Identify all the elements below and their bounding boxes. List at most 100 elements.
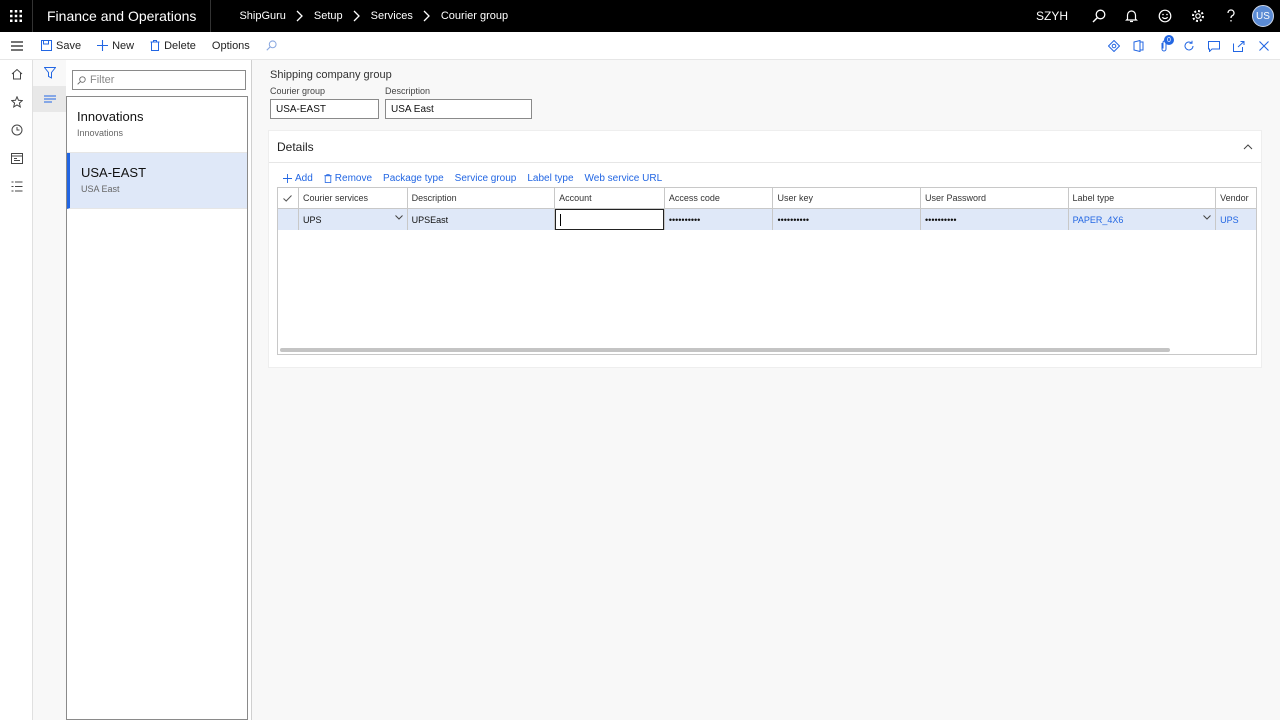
details-grid: Courier services Description Account Acc… xyxy=(277,187,1257,355)
action-search-button[interactable] xyxy=(258,32,285,60)
courier-group-input[interactable]: USA-EAST xyxy=(270,99,379,119)
delete-button[interactable]: Delete xyxy=(142,32,204,60)
breadcrumb-item-shipguru[interactable]: ShipGuru xyxy=(235,10,289,22)
refresh-button[interactable] xyxy=(1176,32,1201,60)
cell-courier-services[interactable]: UPS xyxy=(299,209,408,230)
top-right-tools: SZYH US xyxy=(1030,0,1280,32)
label-type-button[interactable]: Label type xyxy=(523,173,580,184)
close-button[interactable] xyxy=(1251,32,1276,60)
column-header-user-key[interactable]: User key xyxy=(773,188,922,208)
feedback-button[interactable] xyxy=(1148,0,1181,32)
popout-icon xyxy=(1232,40,1244,52)
cell-description[interactable]: UPSEast xyxy=(408,209,556,230)
service-group-button[interactable]: Service group xyxy=(451,173,524,184)
close-icon xyxy=(1258,41,1269,51)
workspaces-button[interactable] xyxy=(0,144,33,172)
account-input[interactable] xyxy=(555,209,664,230)
column-header-courier-services[interactable]: Courier services xyxy=(299,188,408,208)
add-line-button[interactable]: Add xyxy=(279,173,320,184)
list-item-selected[interactable]: USA-EAST USA East xyxy=(67,153,247,209)
list-item[interactable]: Innovations Innovations xyxy=(67,97,247,153)
cell-access-code[interactable]: •••••••••• xyxy=(665,209,774,230)
recent-button[interactable] xyxy=(0,116,33,144)
notifications-button[interactable] xyxy=(1115,0,1148,32)
table-row[interactable]: UPS UPSEast •••••••••• •••••••••• ••••••… xyxy=(278,209,1256,230)
office-button[interactable] xyxy=(1126,32,1151,60)
new-button[interactable]: New xyxy=(89,32,142,60)
modules-button[interactable] xyxy=(0,172,33,200)
web-service-url-button[interactable]: Web service URL xyxy=(581,173,670,184)
filter-placeholder: Filter xyxy=(90,74,115,86)
trash-icon xyxy=(324,173,332,183)
power-apps-button[interactable] xyxy=(1101,32,1126,60)
chevron-up-icon[interactable] xyxy=(1243,143,1253,150)
lines-icon xyxy=(43,95,56,103)
horizontal-scrollbar[interactable] xyxy=(280,348,1170,352)
app-name[interactable]: Finance and Operations xyxy=(33,0,212,32)
top-nav-bar: Finance and Operations ShipGuru Setup Se… xyxy=(0,0,1280,32)
add-line-label: Add xyxy=(295,172,313,184)
options-label: Options xyxy=(211,39,250,52)
settings-button[interactable] xyxy=(1181,0,1214,32)
column-header-label-type[interactable]: Label type xyxy=(1069,188,1217,208)
column-header-account[interactable]: Account xyxy=(555,188,665,208)
notification-badge: 0 xyxy=(1164,35,1174,45)
chevron-down-icon[interactable] xyxy=(394,215,403,220)
main-content: Shipping company group Courier group USA… xyxy=(252,60,1280,720)
search-icon xyxy=(77,75,86,85)
courier-group-label: Courier group xyxy=(270,86,326,96)
plus-icon xyxy=(97,40,109,51)
details-toolbar: Add Remove Package type Service group La… xyxy=(269,167,1261,189)
cell-vendor[interactable]: UPS xyxy=(1216,209,1256,230)
breadcrumb-item-services[interactable]: Services xyxy=(367,10,417,22)
smiley-icon xyxy=(1158,9,1171,23)
filter-button[interactable] xyxy=(33,60,66,86)
nav-toggle-button[interactable] xyxy=(0,32,33,60)
avatar[interactable]: US xyxy=(1252,5,1274,27)
list-toolbar xyxy=(33,60,66,720)
row-selector[interactable] xyxy=(278,209,299,230)
office-icon xyxy=(1133,40,1144,52)
chevron-down-icon[interactable] xyxy=(1203,215,1211,220)
search-button[interactable] xyxy=(1082,0,1115,32)
filter-icon xyxy=(43,67,56,79)
list-filter-input[interactable]: Filter xyxy=(72,70,246,90)
options-button[interactable]: Options xyxy=(204,32,258,60)
star-icon xyxy=(10,96,23,108)
description-input[interactable]: USA East xyxy=(385,99,532,119)
diamond-icon xyxy=(1107,40,1120,52)
chevron-right-icon xyxy=(347,10,367,22)
column-header-user-password[interactable]: User Password xyxy=(921,188,1069,208)
open-new-window-button[interactable] xyxy=(1226,32,1251,60)
cell-account[interactable] xyxy=(555,209,665,230)
company-picker[interactable]: SZYH xyxy=(1030,9,1074,23)
cell-user-password[interactable]: •••••••••• xyxy=(921,209,1069,230)
comment-icon xyxy=(1207,40,1220,52)
select-all-checkbox[interactable] xyxy=(278,188,299,208)
details-header[interactable]: Details xyxy=(269,131,1261,163)
help-button[interactable] xyxy=(1214,0,1247,32)
app-launcher-button[interactable] xyxy=(0,0,33,32)
column-header-description[interactable]: Description xyxy=(408,188,556,208)
search-icon xyxy=(266,40,277,51)
record-list-panel: Filter Innovations Innovations USA-EAST … xyxy=(66,60,252,720)
breadcrumb-item-courier-group[interactable]: Courier group xyxy=(437,10,512,22)
cell-label-type[interactable]: PAPER_4X6 xyxy=(1069,209,1217,230)
list-view-button[interactable] xyxy=(33,86,66,112)
column-header-access-code[interactable]: Access code xyxy=(665,188,774,208)
courier-group-field: Courier group USA-EAST xyxy=(270,86,379,119)
home-button[interactable] xyxy=(0,60,33,88)
save-button[interactable]: Save xyxy=(33,32,89,60)
cell-user-key[interactable]: •••••••••• xyxy=(773,209,922,230)
column-header-vendor[interactable]: Vendor xyxy=(1216,188,1256,208)
package-type-button[interactable]: Package type xyxy=(379,173,451,184)
remove-line-button[interactable]: Remove xyxy=(320,173,379,184)
chevron-right-icon xyxy=(417,10,437,22)
comment-button[interactable] xyxy=(1201,32,1226,60)
action-pane: Save New Delete Options 0 xyxy=(0,32,1280,60)
list-icon xyxy=(11,181,22,191)
attachments-button[interactable]: 0 xyxy=(1151,32,1176,60)
new-label: New xyxy=(112,39,135,52)
favorites-button[interactable] xyxy=(0,88,33,116)
breadcrumb-item-setup[interactable]: Setup xyxy=(310,10,347,22)
